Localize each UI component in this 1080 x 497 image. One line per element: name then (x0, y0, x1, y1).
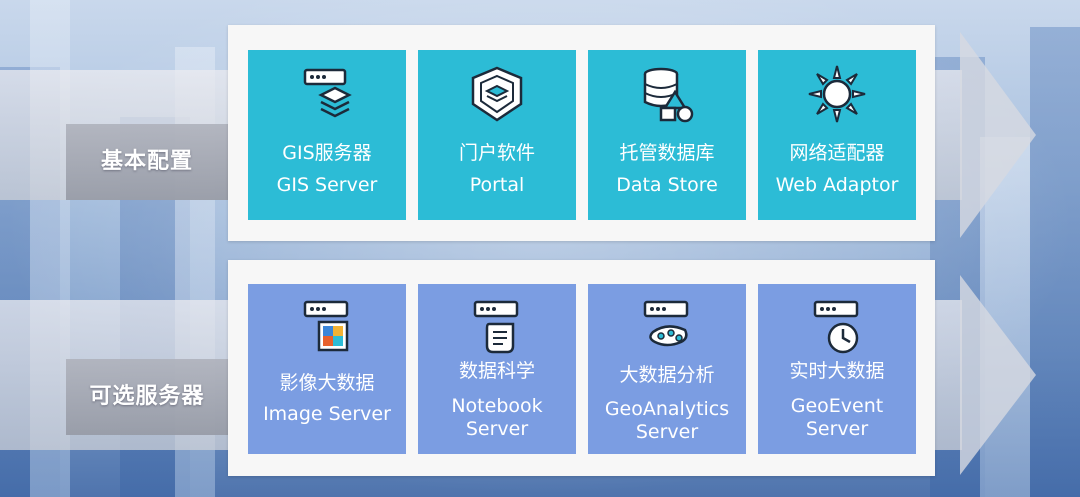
tile-geoanalytics-server: 大数据分析 GeoAnalytics Server (588, 284, 746, 454)
tile-zh-label: GIS服务器 (282, 142, 372, 164)
tile-zh-label: 影像大数据 (279, 372, 375, 394)
row-label-optional: 可选服务器 (66, 359, 228, 435)
tile-web-adaptor: 网络适配器 Web Adaptor (758, 50, 916, 220)
tile-zh-label: 数据科学 (458, 360, 535, 382)
tile-zh-label: 大数据分析 (619, 364, 715, 386)
server-image-icon (303, 300, 349, 352)
server-stack-icon (303, 68, 352, 118)
database-shapes-icon (643, 67, 694, 123)
tile-en-line2: Server (465, 418, 529, 440)
tile-en-label: Portal (469, 174, 525, 196)
row-label-basic: 基本配置 (66, 124, 228, 200)
sun-adaptor-icon (808, 65, 866, 123)
tile-en-label: Web Adaptor (775, 174, 899, 196)
tile-geoevent-server: 实时大数据 GeoEvent Server (758, 284, 916, 454)
server-clock-icon (813, 300, 859, 354)
tile-en-line1: GeoAnalytics (604, 398, 730, 420)
tile-en-line1: GeoEvent (790, 395, 884, 417)
tile-notebook-server: 数据科学 Notebook Server (418, 284, 576, 454)
tile-en-label: Data Store (616, 174, 718, 196)
server-analytics-icon (643, 300, 689, 347)
tile-en-label: GIS Server (276, 174, 378, 196)
tile-data-store: 托管数据库 Data Store (588, 50, 746, 220)
tile-zh-label: 实时大数据 (789, 360, 885, 382)
tile-zh-label: 网络适配器 (789, 142, 885, 164)
tile-zh-label: 门户软件 (458, 142, 535, 164)
portal-shield-icon (471, 66, 523, 122)
server-notebook-icon (473, 300, 519, 354)
tile-zh-label: 托管数据库 (619, 142, 715, 164)
tile-image-server: 影像大数据 Image Server (248, 284, 406, 454)
tile-en-label: Image Server (263, 403, 391, 425)
tile-en-line2: Server (635, 421, 699, 443)
tile-portal: 门户软件 Portal (418, 50, 576, 220)
tile-en-line2: Server (805, 418, 869, 440)
tile-gis-server: GIS服务器 GIS Server (248, 50, 406, 220)
tile-en-line1: Notebook (451, 395, 543, 417)
